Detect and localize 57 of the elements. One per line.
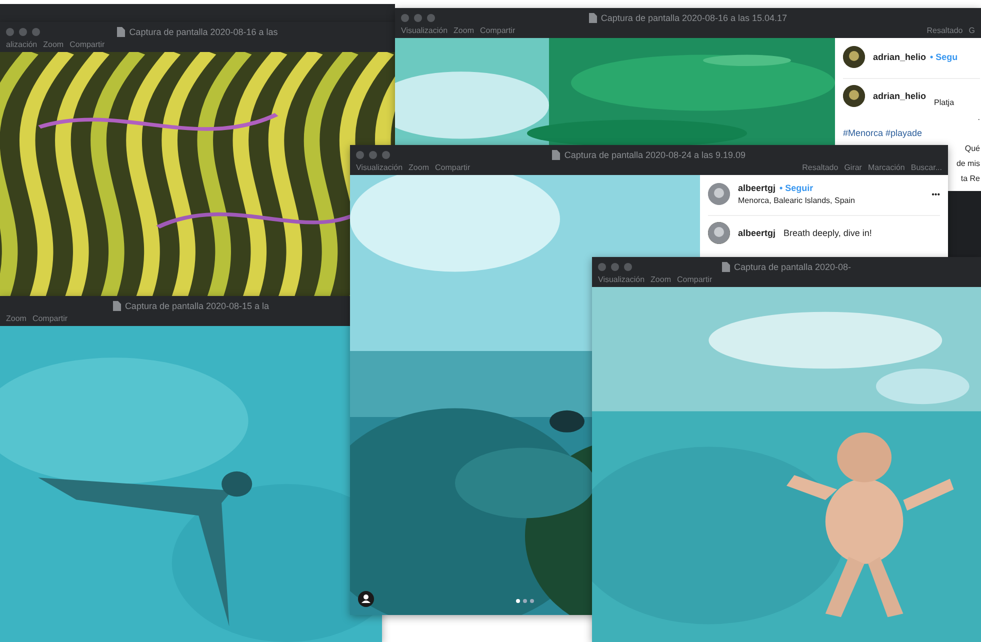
minimize-button[interactable] [611, 262, 619, 270]
minimize-button[interactable] [414, 14, 422, 22]
toolbar-item[interactable]: Zoom [6, 314, 26, 323]
toolbar-item[interactable]: Zoom [43, 40, 64, 49]
caption-text: . [978, 113, 980, 122]
follow-link[interactable]: • Segu [930, 52, 958, 62]
toolbar-item[interactable]: Zoom [650, 275, 671, 284]
toolbar-item[interactable]: alización [6, 40, 38, 49]
username-link[interactable]: albeertgj [738, 228, 776, 238]
comment-text: Platja [934, 98, 954, 107]
document-icon [112, 300, 121, 310]
follow-link[interactable]: • Seguir [780, 183, 814, 193]
toolbar-item[interactable]: Compartir [480, 26, 516, 35]
window-title: Captura de pantalla 2020-08-24 a las 9.19.09 [564, 150, 746, 160]
toolbar-item[interactable]: Zoom [408, 163, 429, 172]
person-icon[interactable] [358, 591, 374, 607]
location-text: Menorca, Balearic Islands, Spain [738, 196, 855, 205]
toolbar-item[interactable]: Visualización [401, 26, 448, 35]
toolbar-item[interactable]: Marcación [868, 163, 905, 172]
username-link[interactable]: albeertgj [738, 183, 776, 193]
toolbar-item[interactable]: Compartir [435, 163, 470, 172]
close-button[interactable] [598, 262, 606, 270]
username-link[interactable]: adrian_helio [873, 52, 926, 62]
zoom-button[interactable] [32, 28, 40, 36]
toolbar-item[interactable]: Compartir [32, 314, 68, 323]
close-button[interactable] [6, 28, 14, 36]
toolbar-item[interactable]: Compartir [677, 275, 712, 284]
toolbar-item[interactable]: G [968, 26, 975, 35]
window-title: Captura de pantalla 2020-08-16 a las [129, 26, 278, 36]
comment-text: Breath deeply, dive in! [784, 228, 872, 238]
avatar-icon[interactable] [843, 46, 865, 68]
minimize-button[interactable] [19, 28, 27, 36]
toolbar-item[interactable]: Girar [844, 163, 862, 172]
window-title: Captura de pantalla 2020-08-15 a la [124, 300, 270, 310]
username-link[interactable]: adrian_helio [873, 91, 926, 101]
document-icon [722, 262, 730, 272]
window-title: Captura de pantalla 2020-08- [734, 262, 852, 272]
more-button[interactable]: ••• [932, 190, 940, 198]
document-icon [588, 12, 597, 22]
document-icon [552, 150, 560, 160]
document-icon [117, 26, 126, 36]
caption-text: Qué [964, 144, 980, 153]
toolbar-item[interactable]: Resaltado [926, 26, 963, 35]
zoom-button[interactable] [624, 262, 632, 270]
toolbar-item[interactable]: Resaltado [802, 163, 838, 172]
caption-text: de mis [956, 159, 980, 168]
toolbar-item[interactable]: Visualización [598, 275, 645, 284]
close-button[interactable] [401, 14, 409, 22]
toolbar-item[interactable]: Zoom [454, 26, 474, 35]
toolbar-item[interactable]: Buscar... [910, 163, 942, 172]
carousel-dots-icon [516, 599, 534, 603]
zoom-button[interactable] [427, 14, 435, 22]
hashtag-link[interactable]: #Menorca #playade [843, 128, 980, 138]
window-title: Captura de pantalla 2020-08-16 a las 15.04.17 [600, 12, 788, 22]
avatar-icon[interactable] [843, 85, 865, 107]
toolbar-item[interactable]: Compartir [70, 40, 105, 49]
caption-text: ta Re [960, 174, 980, 183]
